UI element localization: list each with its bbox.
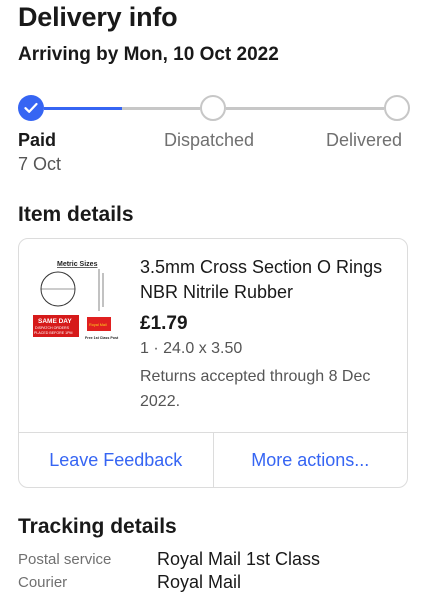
item-price: £1.79 xyxy=(140,313,188,334)
checkmark-icon xyxy=(24,102,38,113)
item-details-heading: Item details xyxy=(18,203,134,226)
progress-line-2 xyxy=(226,107,384,110)
item-quantity-variant: 1 · 24.0 x 3.50 xyxy=(140,340,243,357)
step-date-paid: 7 Oct xyxy=(18,154,62,174)
step-delivered-node xyxy=(384,95,410,121)
step-paid-complete-node xyxy=(18,95,44,121)
item-thumbnail[interactable]: Metric Sizes SAME DAY DISPATCH ORDERS PL… xyxy=(31,255,135,347)
item-card: Metric Sizes SAME DAY DISPATCH ORDERS PL… xyxy=(18,238,408,488)
tracking-value: Royal Mail xyxy=(157,572,242,592)
item-title-link[interactable]: 3.5mm Cross Section O Rings NBR Nitrile … xyxy=(140,255,395,305)
item-actions: Leave Feedback More actions... xyxy=(19,432,407,488)
tracking-value: Royal Mail 1st Class xyxy=(157,549,321,569)
tracking-details-heading: Tracking details xyxy=(18,515,177,538)
item-returns-policy: Returns accepted through 8 Dec 2022. xyxy=(140,368,371,410)
arrival-date: Arriving by Mon, 10 Oct 2022 xyxy=(18,44,279,65)
thumb-badge-line2: DISPATCH ORDERS xyxy=(35,326,70,330)
tracking-label: Postal service xyxy=(18,551,112,568)
page-title: Delivery info xyxy=(18,2,178,32)
tracking-label: Courier xyxy=(18,574,68,591)
step-label-delivered: Delivered xyxy=(326,130,403,150)
thumb-badge-line1: SAME DAY xyxy=(38,318,72,325)
step-dispatched-node xyxy=(200,95,226,121)
progress-line-1-fill xyxy=(44,107,122,110)
delivery-progress-tracker xyxy=(18,95,410,121)
thumb-post-label: Royal Mail xyxy=(89,323,107,327)
leave-feedback-button[interactable]: Leave Feedback xyxy=(19,433,213,488)
item-thumbnail-image: Metric Sizes SAME DAY DISPATCH ORDERS PL… xyxy=(31,255,135,347)
progress-line-1 xyxy=(44,107,200,110)
more-actions-button[interactable]: More actions... xyxy=(212,433,408,488)
step-label-paid: Paid xyxy=(18,130,57,150)
thumb-post-sub: Free 1st Class Post xyxy=(85,336,119,340)
step-label-dispatched: Dispatched xyxy=(164,130,255,150)
thumb-heading: Metric Sizes xyxy=(57,261,98,268)
thumb-badge-line3: PLACED BEFORE 1PM xyxy=(34,331,73,335)
